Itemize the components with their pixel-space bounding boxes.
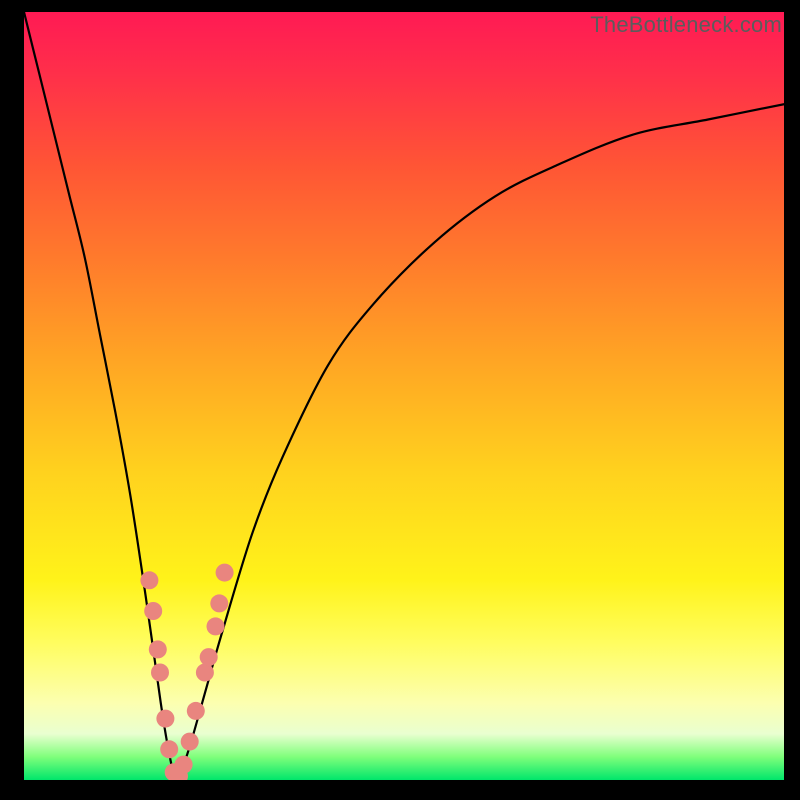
data-marker <box>144 602 162 620</box>
data-marker <box>175 756 193 774</box>
data-marker <box>181 733 199 751</box>
data-marker <box>200 648 218 666</box>
chart-plot-area <box>24 12 784 780</box>
data-marker <box>207 617 225 635</box>
data-marker <box>210 594 228 612</box>
data-marker <box>151 664 169 682</box>
marker-group <box>140 564 233 780</box>
data-marker <box>216 564 234 582</box>
chart-frame: TheBottleneck.com <box>0 0 800 800</box>
data-marker <box>149 640 167 658</box>
watermark-text: TheBottleneck.com <box>590 12 782 38</box>
data-marker <box>196 664 214 682</box>
data-marker <box>156 710 174 728</box>
data-marker <box>187 702 205 720</box>
data-marker <box>160 740 178 758</box>
bottleneck-curve <box>24 12 784 780</box>
data-marker <box>140 571 158 589</box>
chart-svg <box>24 12 784 780</box>
